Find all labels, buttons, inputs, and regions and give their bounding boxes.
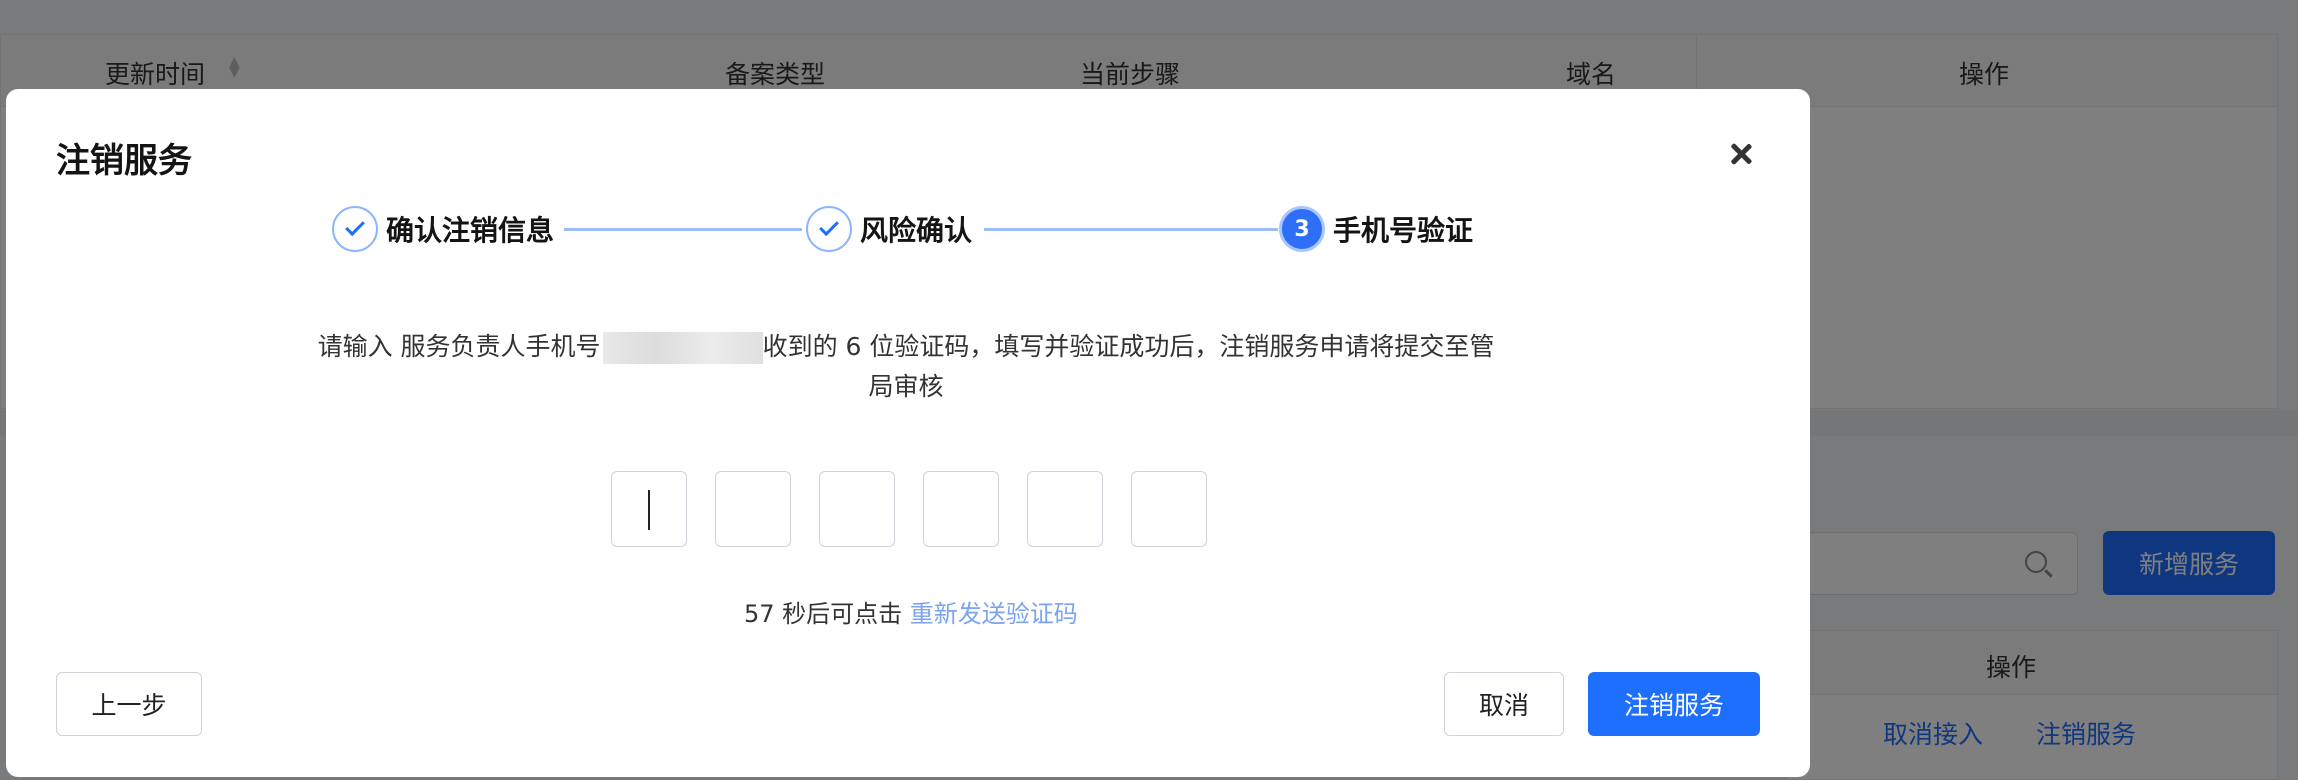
step-connector [984,228,1278,231]
step-number: 3 [1279,206,1325,252]
verification-instructions: 请输入 服务负责人手机号 收到的 6 位验证码，填写并验证成功后，注销服务申请将提… [306,327,1506,407]
code-digit-input[interactable] [611,471,687,547]
cancel-button[interactable]: 取消 [1444,672,1564,736]
previous-step-button[interactable]: 上一步 [56,672,202,736]
step-phone-verify: 3 手机号验证 [1279,206,1473,252]
close-icon[interactable] [1724,137,1758,171]
masked-phone-number [602,332,763,364]
instructions-suffix: 收到的 6 位验证码，填写并验证成功后，注销服务申请将提交至管局审核 [762,332,1495,401]
text-caret [648,490,650,530]
code-digit-input[interactable] [819,471,895,547]
code-digit-input[interactable] [923,471,999,547]
step-label: 手机号验证 [1333,214,1474,247]
deregister-service-button[interactable]: 注销服务 [1588,672,1760,736]
code-digit-input[interactable] [1027,471,1103,547]
instructions-prefix: 请输入 服务负责人手机号 [317,332,601,361]
step-check-icon [806,206,852,252]
step-connector [564,228,802,231]
step-check-icon [332,206,378,252]
code-digit-input[interactable] [1131,471,1207,547]
step-label: 风险确认 [860,214,973,247]
step-risk-confirm: 风险确认 [806,206,972,252]
resend-countdown: 57 秒后可点击 重新发送验证码 [744,594,1078,629]
countdown-text: 57 秒后可点击 [744,600,910,628]
deregister-dialog: 注销服务 确认注销信息 风险确认 3 手机号验证 请输入 服务负责人手机号 收到的… [6,89,1810,777]
step-label: 确认注销信息 [386,214,555,247]
dialog-title: 注销服务 [56,141,192,181]
step-confirm-info: 确认注销信息 [332,206,554,252]
code-digit-input[interactable] [715,471,791,547]
resend-code-link[interactable]: 重新发送验证码 [910,600,1078,628]
